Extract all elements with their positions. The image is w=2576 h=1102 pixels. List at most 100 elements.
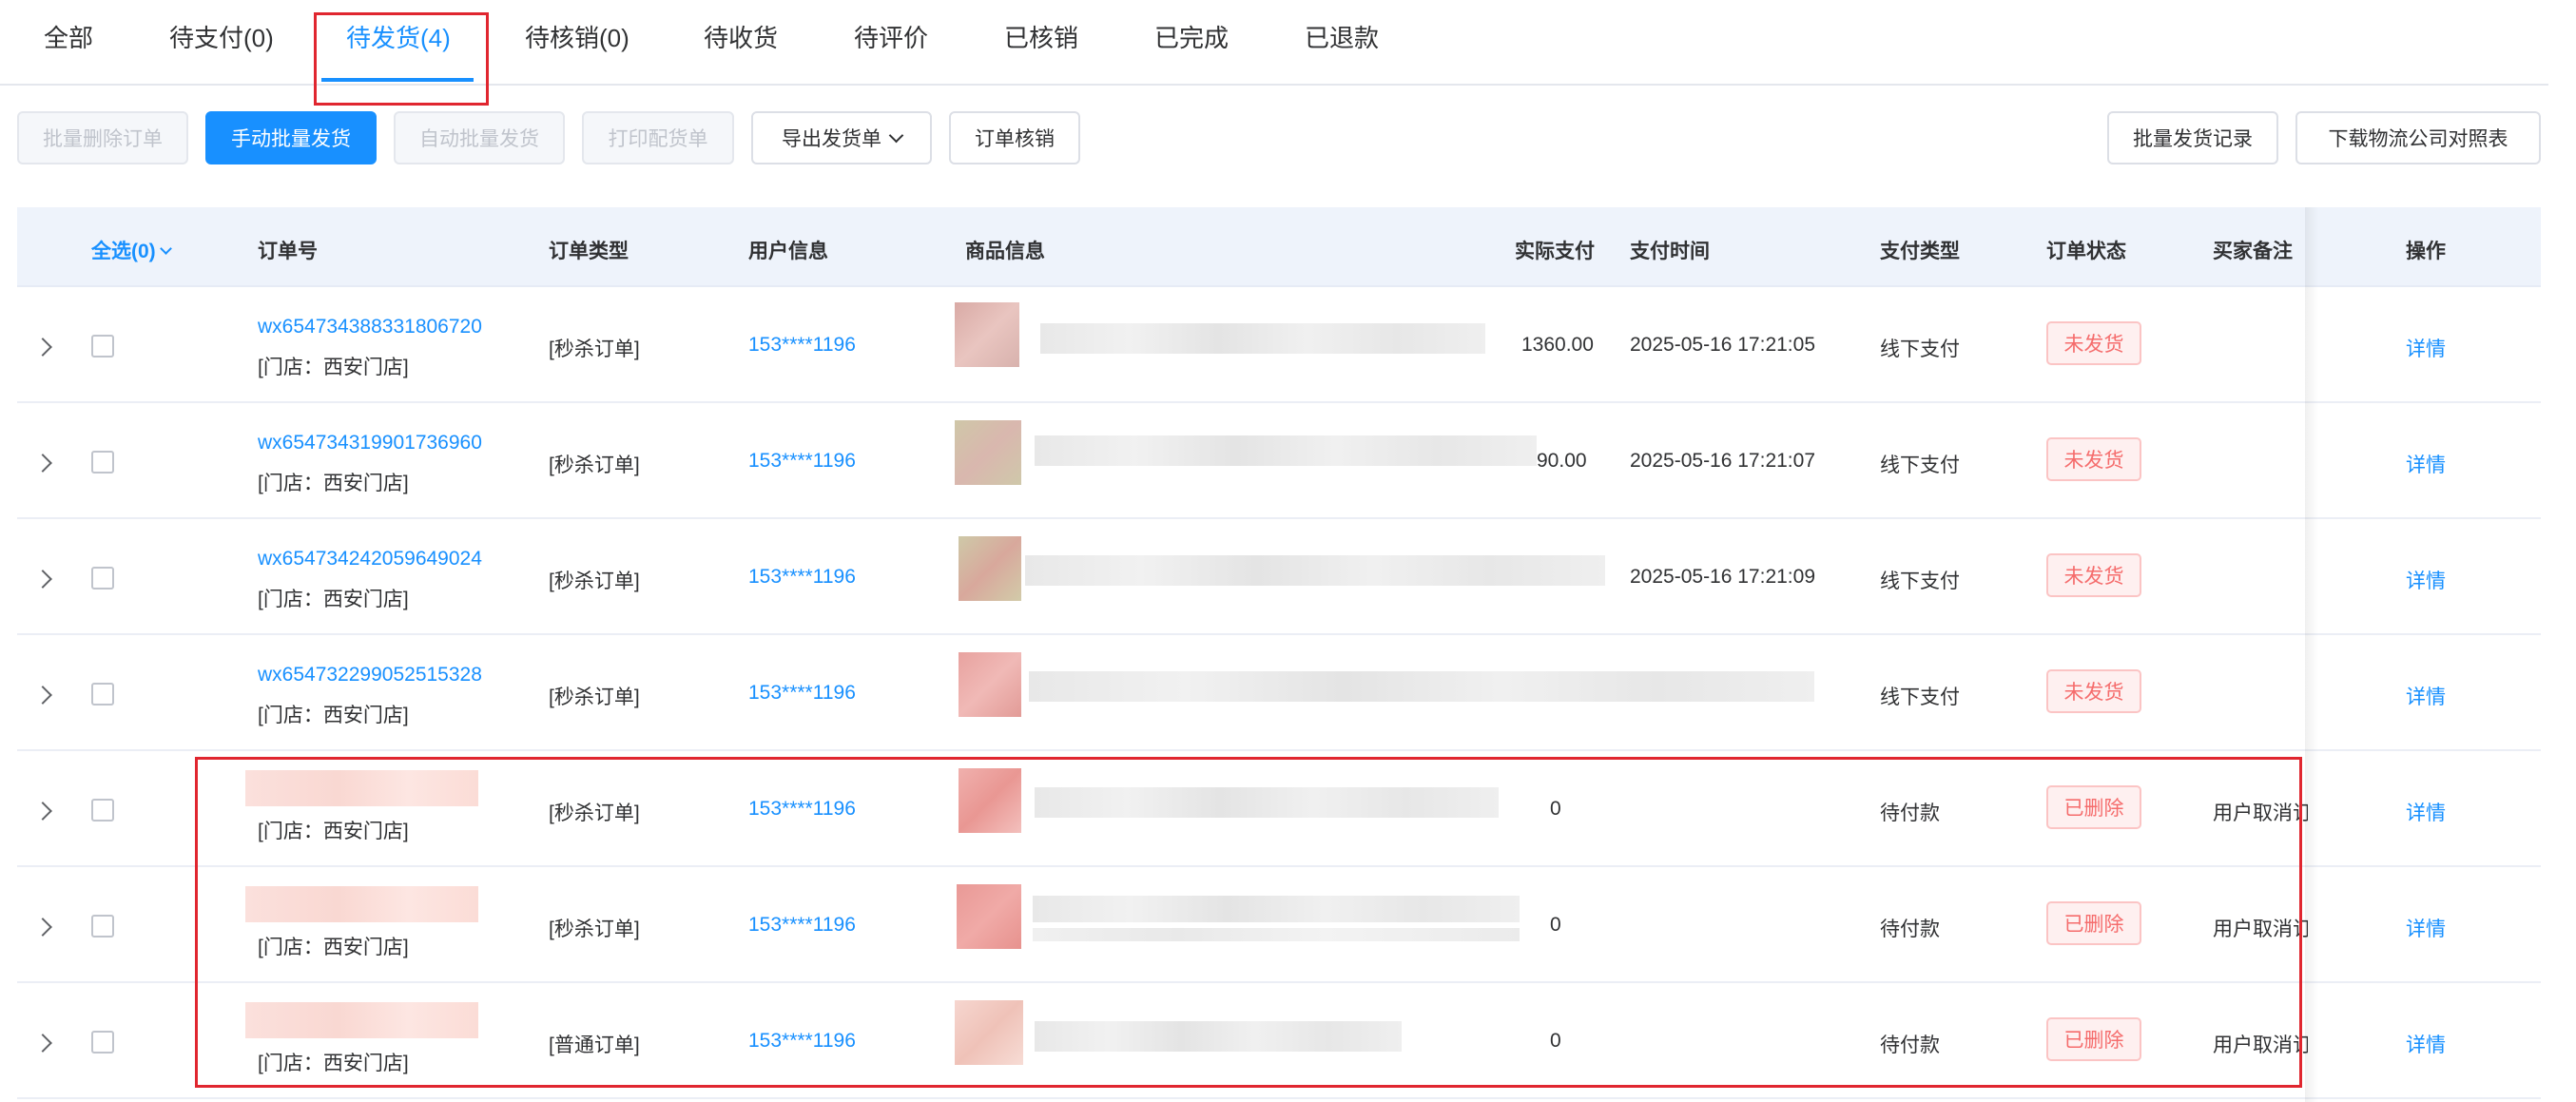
user-phone-link[interactable]: 153****1196 [748, 450, 856, 473]
actual-paid: 0 [1550, 798, 1561, 820]
header-pay-type: 支付类型 [1880, 241, 1960, 262]
tab-pending-shipment[interactable]: 待发货(4) [346, 19, 451, 54]
user-phone-link[interactable]: 153****1196 [748, 914, 856, 937]
order-no-link[interactable]: wx654734242059649024 [258, 548, 482, 570]
header-order-status: 订单状态 [2046, 241, 2126, 262]
buyer-note: 用户取消订 [2213, 802, 2308, 824]
row-checkbox[interactable] [91, 683, 114, 706]
product-name-blurred [1033, 896, 1520, 922]
download-logistics-table-button[interactable]: 下载物流公司对照表 [2295, 111, 2541, 164]
print-picking-list-button[interactable]: 打印配货单 [582, 111, 734, 164]
user-phone-link[interactable]: 153****1196 [748, 1030, 856, 1053]
table-row [17, 865, 2541, 983]
pay-time: 2025-05-16 17:21:07 [1630, 450, 1815, 472]
select-all-dropdown[interactable]: 全选(0) [91, 236, 172, 264]
store-label: [门店：西安门店] [258, 473, 409, 494]
order-type: [秒杀订单] [549, 686, 640, 708]
manual-batch-ship-button[interactable]: 手动批量发货 [205, 111, 377, 164]
product-thumbnail [955, 1000, 1023, 1065]
row-checkbox[interactable] [91, 335, 114, 358]
user-phone-link[interactable]: 153****1196 [748, 566, 856, 589]
detail-link[interactable]: 详情 [2406, 334, 2446, 362]
user-phone-link[interactable]: 153****1196 [748, 682, 856, 705]
pay-type: 线下支付 [1880, 686, 1960, 708]
header-action: 操作 [2406, 241, 2446, 262]
status-badge: 未发货 [2046, 669, 2141, 713]
order-no-link[interactable]: wx654734388331806720 [258, 316, 482, 338]
header-user-info: 用户信息 [748, 241, 828, 262]
store-label: [门店：西安门店] [258, 937, 409, 958]
product-name-blurred [1040, 323, 1485, 354]
tab-verified[interactable]: 已核销 [1004, 19, 1078, 54]
order-no-link[interactable]: wx654732299052515328 [258, 664, 482, 686]
tab-pending-payment[interactable]: 待支付(0) [169, 19, 274, 54]
batch-ship-records-button[interactable]: 批量发货记录 [2107, 111, 2278, 164]
tab-completed[interactable]: 已完成 [1154, 19, 1229, 54]
tab-pending-verification[interactable]: 待核销(0) [525, 19, 629, 54]
order-type: [秒杀订单] [549, 918, 640, 940]
export-shipping-label: 导出发货单 [782, 128, 881, 150]
product-thumbnail [957, 884, 1021, 949]
order-no-blurred [245, 1002, 478, 1038]
detail-link[interactable]: 详情 [2406, 450, 2446, 478]
product-thumbnail [955, 302, 1019, 367]
order-type: [秒杀订单] [549, 338, 640, 360]
actual-paid: 1360.00 [1521, 334, 1594, 356]
store-label: [门店：西安门店] [258, 1053, 409, 1074]
fixed-column-shadow [2305, 207, 2318, 1102]
order-no-link[interactable]: wx654734319901736960 [258, 432, 482, 454]
order-verify-button[interactable]: 订单核销 [949, 111, 1080, 164]
row-checkbox[interactable] [91, 451, 114, 474]
pay-type: 线下支付 [1880, 338, 1960, 360]
detail-link[interactable]: 详情 [2406, 566, 2446, 594]
pay-type: 线下支付 [1880, 454, 1960, 476]
product-thumbnail [959, 768, 1021, 833]
chevron-down-icon [888, 127, 904, 143]
tab-all[interactable]: 全部 [44, 19, 93, 54]
header-buyer-note: 买家备注 [2213, 241, 2293, 262]
row-checkbox[interactable] [91, 1031, 114, 1054]
export-shipping-dropdown[interactable]: 导出发货单 [751, 111, 932, 164]
store-label: [门店：西安门店] [258, 589, 409, 610]
pay-type: 待付款 [1880, 1034, 1940, 1056]
tab-refunded[interactable]: 已退款 [1305, 19, 1379, 54]
header-goods-info: 商品信息 [965, 241, 1045, 262]
header-actual-paid: 实际支付 [1515, 241, 1595, 262]
tab-pending-review[interactable]: 待评价 [854, 19, 928, 54]
row-checkbox[interactable] [91, 915, 114, 938]
buyer-note: 用户取消订 [2213, 918, 2308, 940]
pay-type: 待付款 [1880, 802, 1940, 824]
row-checkbox[interactable] [91, 567, 114, 590]
user-phone-link[interactable]: 153****1196 [748, 798, 856, 821]
user-phone-link[interactable]: 153****1196 [748, 334, 856, 357]
detail-link[interactable]: 详情 [2406, 914, 2446, 942]
pay-type: 线下支付 [1880, 570, 1960, 592]
status-badge: 未发货 [2046, 321, 2141, 365]
order-no-blurred [245, 886, 478, 922]
product-name-blurred [1035, 1021, 1402, 1052]
status-badge: 未发货 [2046, 553, 2141, 597]
product-thumbnail [959, 536, 1021, 601]
product-name-blurred [1035, 435, 1537, 466]
row-checkbox[interactable] [91, 799, 114, 822]
product-name-blurred [1025, 555, 1605, 586]
detail-link[interactable]: 详情 [2406, 682, 2446, 710]
product-spec-blurred [1033, 928, 1520, 941]
detail-link[interactable]: 详情 [2406, 798, 2446, 826]
batch-delete-button[interactable]: 批量删除订单 [17, 111, 188, 164]
auto-batch-ship-button[interactable]: 自动批量发货 [394, 111, 565, 164]
order-type: [普通订单] [549, 1034, 640, 1056]
actual-paid: 90.00 [1537, 450, 1587, 472]
order-type: [秒杀订单] [549, 802, 640, 824]
order-status-tabs: 全部 待支付(0) 待发货(4) 待核销(0) 待收货 待评价 已核销 已完成 … [0, 0, 2548, 86]
order-type: [秒杀订单] [549, 454, 640, 476]
product-thumbnail [955, 420, 1021, 485]
product-name-blurred [1035, 787, 1499, 818]
active-tab-indicator [321, 78, 474, 82]
tab-pending-receipt[interactable]: 待收货 [704, 19, 778, 54]
pay-type: 待付款 [1880, 918, 1940, 940]
product-thumbnail [959, 652, 1021, 717]
header-pay-time: 支付时间 [1630, 241, 1710, 262]
store-label: [门店：西安门店] [258, 705, 409, 726]
detail-link[interactable]: 详情 [2406, 1030, 2446, 1058]
